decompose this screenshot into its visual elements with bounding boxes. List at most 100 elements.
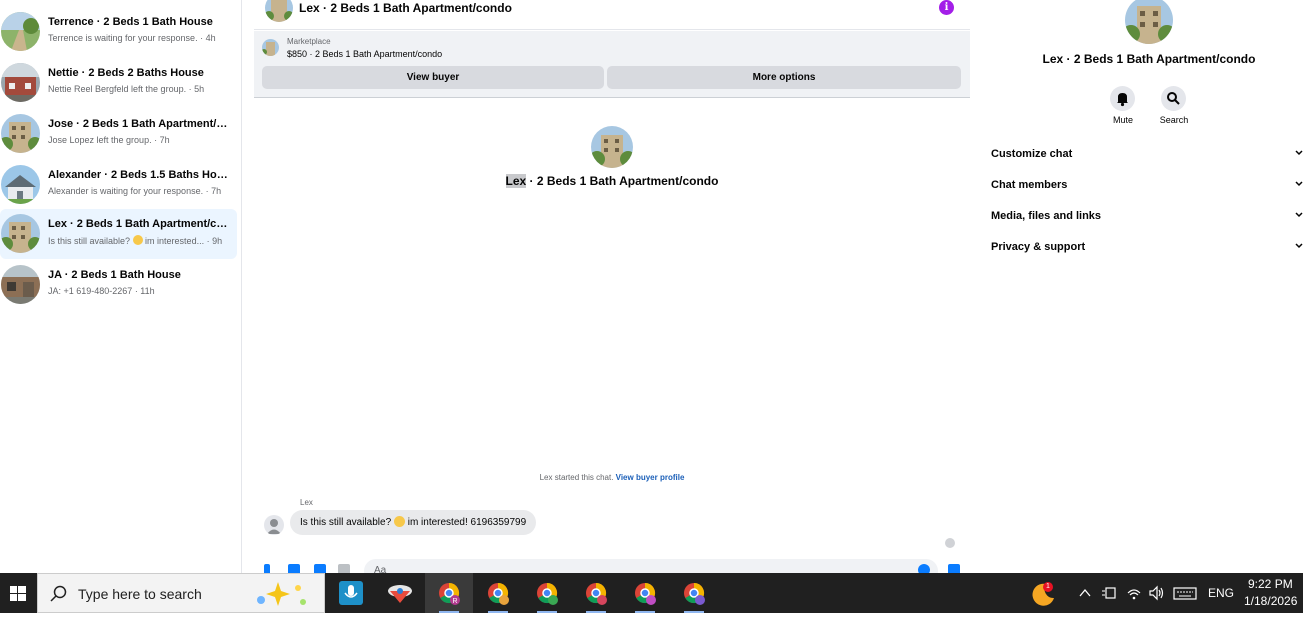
message-text: Is this still available?: [300, 517, 394, 528]
battery-icon[interactable]: [1101, 585, 1117, 601]
chat-info-panel: Lex · 2 Beds 1 Bath Apartment/condo Mute…: [980, 0, 1303, 573]
conversation-snippet: Alexander is waiting for your response. …: [48, 186, 222, 196]
chrome-profile-icon[interactable]: [670, 573, 718, 613]
chat-members-row[interactable]: Chat members: [991, 179, 1303, 191]
weather-moon-icon[interactable]: 1: [1028, 580, 1056, 608]
listing-thumbnail: [1, 12, 40, 51]
conversation-title: Alexander · 2 Beds 1.5 Baths House: [48, 169, 228, 181]
listing-thumbnail: [1, 265, 40, 304]
chat-info-picture[interactable]: [1125, 0, 1173, 44]
message-bubble[interactable]: Is this still available? im interested! …: [290, 510, 537, 535]
conversation-title: JA · 2 Beds 1 Bath House: [48, 269, 181, 281]
search-icon: [1167, 92, 1180, 105]
info-icon[interactable]: i: [939, 0, 954, 15]
chat-title[interactable]: Lex · 2 Beds 1 Bath Apartment/condo: [299, 1, 512, 15]
media-files-links-row[interactable]: Media, files and links: [991, 210, 1303, 222]
conversation-title: Lex · 2 Beds 1 Bath Apartment/con...: [48, 218, 228, 230]
conversation-list: Terrence · 2 Beds 1 Bath House Terrence …: [0, 0, 242, 573]
conversation-item[interactable]: Jose · 2 Beds 1 Bath Apartment/co... Jos…: [0, 109, 237, 159]
smiley-emoji-icon: [393, 516, 405, 527]
message-input[interactable]: Aa: [364, 559, 938, 573]
selected-text: Lex: [505, 174, 527, 188]
chrome-profile-icon[interactable]: [523, 573, 571, 613]
chevron-down-icon: [1295, 212, 1303, 218]
volume-icon[interactable]: [1148, 585, 1166, 601]
menu-label: Customize chat: [991, 148, 1073, 160]
chat-profile-name: Lex · 2 Beds 1 Bath Apartment/condo: [254, 174, 970, 188]
listing-thumbnail: [262, 39, 279, 56]
chevron-down-icon: [1295, 243, 1303, 249]
chrome-profile-icon[interactable]: [621, 573, 669, 613]
chrome-profile-icon[interactable]: [474, 573, 522, 613]
chevron-down-icon: [1295, 181, 1303, 187]
clock-time[interactable]: 9:22 PM: [1248, 577, 1293, 591]
gif-icon[interactable]: [338, 564, 350, 573]
conversation-snippet: JA: +1 619-480-2267 · 11h: [48, 286, 155, 296]
svg-text:R: R: [452, 598, 457, 605]
chevron-down-icon: [1295, 150, 1303, 156]
menu-label: Chat members: [991, 179, 1068, 191]
view-buyer-button[interactable]: View buyer: [262, 66, 604, 89]
chat-profile-picture[interactable]: [591, 126, 633, 168]
seen-avatar-icon: [945, 538, 955, 548]
mute-button[interactable]: [1110, 86, 1135, 111]
conversation-title: Jose · 2 Beds 1 Bath Apartment/co...: [48, 118, 228, 130]
message-composer: Aa: [254, 555, 970, 573]
conversation-item[interactable]: Terrence · 2 Beds 1 Bath House Terrence …: [0, 7, 237, 57]
avatar[interactable]: [264, 515, 284, 535]
start-button[interactable]: [0, 573, 37, 613]
emoji-icon[interactable]: [918, 564, 930, 573]
search-button[interactable]: [1161, 86, 1186, 111]
chevron-up-icon[interactable]: [1078, 586, 1092, 600]
conversation-snippet: Jose Lopez left the group. · 7h: [48, 135, 170, 145]
conversation-item[interactable]: Alexander · 2 Beds 1.5 Baths House Alexa…: [0, 160, 237, 210]
keyboard-icon[interactable]: [1173, 585, 1197, 601]
microphone-icon[interactable]: [264, 564, 270, 573]
snippet-text: im interested... · 9h: [142, 236, 223, 246]
chat-start-text: Lex started this chat.: [539, 473, 616, 482]
message-sender: Lex: [300, 498, 313, 507]
listing-thumbnail: [1, 214, 40, 253]
customize-chat-row[interactable]: Customize chat: [991, 148, 1303, 160]
message-text: im interested! 6196359799: [404, 517, 527, 528]
thumbs-up-icon[interactable]: [948, 564, 960, 573]
snipping-tool-app-icon[interactable]: [376, 573, 424, 613]
marketplace-banner: Marketplace $850 · 2 Beds 1 Bath Apartme…: [254, 31, 970, 98]
voice-access-app-icon[interactable]: [327, 573, 375, 613]
chrome-profile-r-icon[interactable]: R: [425, 573, 473, 613]
chat-header: Lex · 2 Beds 1 Bath Apartment/condo i: [254, 0, 970, 30]
more-options-button[interactable]: More options: [607, 66, 961, 89]
chrome-profile-icon[interactable]: [572, 573, 620, 613]
messenger-window: Terrence · 2 Beds 1 Bath House Terrence …: [0, 0, 1303, 573]
conversation-item[interactable]: Nettie · 2 Beds 2 Baths House Nettie Ree…: [0, 58, 237, 108]
mute-label: Mute: [1112, 115, 1133, 125]
chat-profile-title: · 2 Beds 1 Bath Apartment/condo: [526, 174, 719, 188]
menu-label: Privacy & support: [991, 241, 1086, 253]
listing-price-title[interactable]: $850 · 2 Beds 1 Bath Apartment/condo: [287, 49, 442, 59]
conversation-title: Terrence · 2 Beds 1 Bath House: [48, 16, 213, 28]
search-label: Search: [1159, 115, 1189, 125]
chat-start-notice: Lex started this chat. View buyer profil…: [254, 473, 970, 482]
conversation-item-active[interactable]: Lex · 2 Beds 1 Bath Apartment/con... Is …: [0, 209, 237, 259]
menu-label: Media, files and links: [991, 210, 1102, 222]
listing-thumbnail: [1, 165, 40, 204]
sticker-icon[interactable]: [314, 564, 326, 573]
clock-date[interactable]: 1/18/2026: [1244, 594, 1297, 608]
smiley-emoji-icon: [132, 235, 143, 245]
marketplace-label: Marketplace: [287, 37, 331, 46]
windows-logo-icon: [10, 586, 26, 601]
conversation-title: Nettie · 2 Beds 2 Baths House: [48, 67, 204, 79]
conversation-snippet: Terrence is waiting for your response. ·…: [48, 33, 216, 43]
view-buyer-profile-link[interactable]: View buyer profile: [616, 473, 685, 482]
listing-thumbnail: [1, 114, 40, 153]
privacy-support-row[interactable]: Privacy & support: [991, 241, 1303, 253]
taskbar-search-placeholder: Type here to search: [78, 586, 202, 602]
photo-icon[interactable]: [288, 564, 300, 573]
wifi-icon[interactable]: [1126, 585, 1142, 601]
conversation-item[interactable]: JA · 2 Beds 1 Bath House JA: +1 619-480-…: [0, 260, 237, 310]
language-indicator[interactable]: ENG: [1208, 586, 1234, 600]
chat-header-thumbnail[interactable]: [265, 0, 293, 22]
bell-icon: [1117, 93, 1128, 107]
sparkle-icon: [257, 582, 306, 606]
taskbar-search[interactable]: Type here to search: [37, 573, 325, 613]
